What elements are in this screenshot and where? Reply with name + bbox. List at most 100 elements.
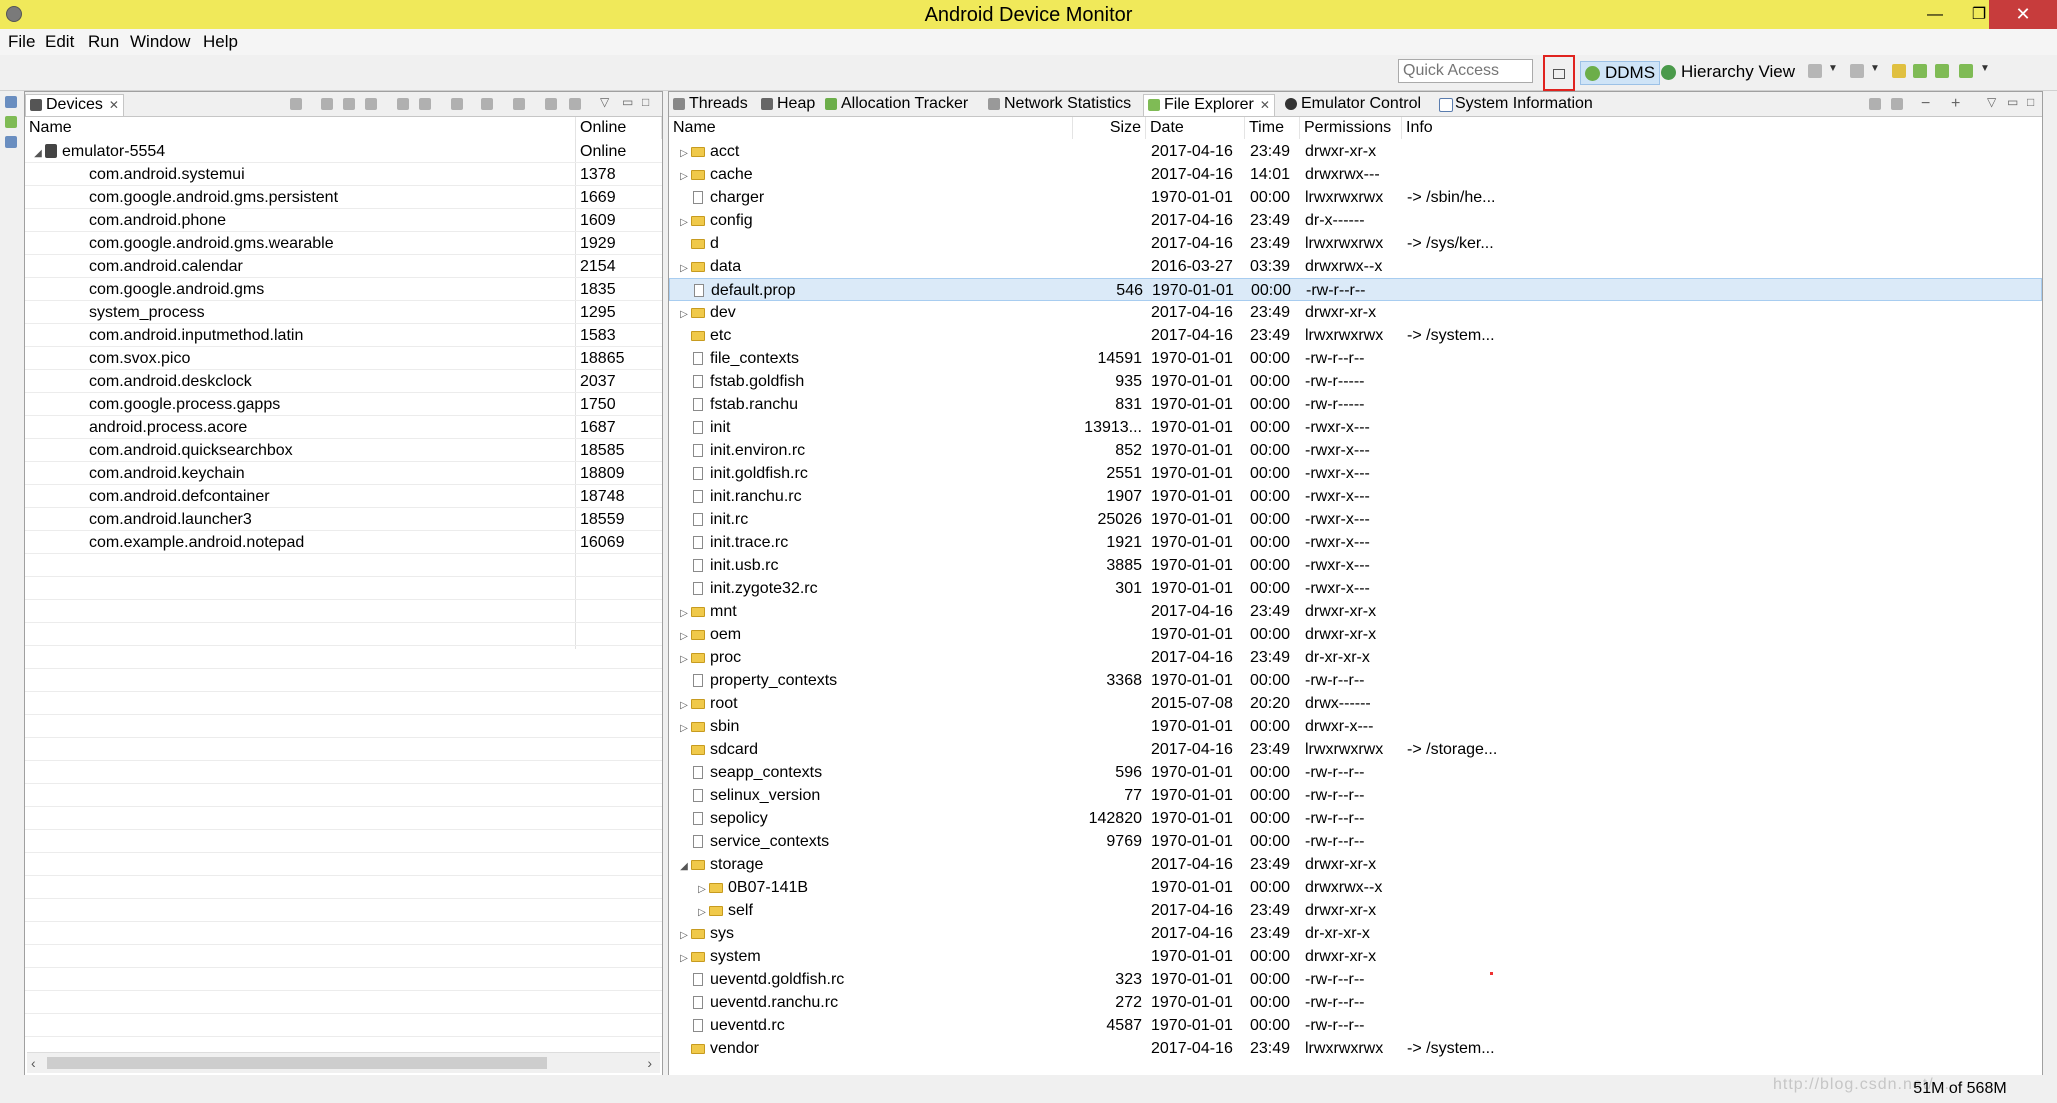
update-threads-icon[interactable] xyxy=(397,98,409,110)
column-name[interactable]: Name xyxy=(669,117,1073,139)
close-button[interactable]: ✕ xyxy=(1989,0,2057,29)
file-row[interactable]: init.zygote32.rc 301 1970-01-01 00:00 -rwxr-… xyxy=(669,577,2042,600)
android-icon[interactable] xyxy=(5,116,17,128)
pull-file-icon[interactable] xyxy=(1869,98,1881,110)
device-row[interactable]: ◢ emulator-5554 Online xyxy=(25,140,662,163)
expand-closed-icon[interactable]: ▷ xyxy=(677,694,691,717)
tab-heap[interactable]: Heap xyxy=(757,94,819,116)
process-row[interactable]: com.google.android.gms 1835 xyxy=(25,278,662,301)
process-row[interactable]: com.google.process.gapps 1750 xyxy=(25,393,662,416)
folder-row[interactable]: ▷ 0B07-141B 1970-01-01 00:00 drwxrwx--x xyxy=(669,876,2042,899)
process-row[interactable]: android.process.acore 1687 xyxy=(25,416,662,439)
process-row[interactable]: com.example.android.notepad 16069 xyxy=(25,531,662,554)
folder-row[interactable]: ▷ proc 2017-04-16 23:49 dr-xr-xr-x xyxy=(669,646,2042,669)
folder-row[interactable]: ▷ root 2015-07-08 20:20 drwx------ xyxy=(669,692,2042,715)
folder-row[interactable]: ▷ config 2017-04-16 23:49 dr-x------ xyxy=(669,209,2042,232)
menu-help[interactable]: Help xyxy=(203,32,238,52)
view-menu-icon[interactable]: ▽ xyxy=(600,95,612,109)
file-row[interactable]: init.environ.rc 852 1970-01-01 00:00 -rwxr-x… xyxy=(669,439,2042,462)
tab-threads[interactable]: Threads xyxy=(669,94,752,116)
menu-edit[interactable]: Edit xyxy=(45,32,74,52)
process-row[interactable]: com.android.phone 1609 xyxy=(25,209,662,232)
folder-row[interactable]: d 2017-04-16 23:49 lrwxrwxrwx -> /sys/ker... xyxy=(669,232,2042,255)
menu-run[interactable]: Run xyxy=(88,32,119,52)
minimize-view-icon[interactable]: ▭ xyxy=(2007,95,2019,109)
folder-row[interactable]: ▷ data 2016-03-27 03:39 drwxrwx--x xyxy=(669,255,2042,278)
cause-gc-icon[interactable] xyxy=(365,98,377,110)
perspective-ddms[interactable]: DDMS xyxy=(1580,61,1661,85)
tab-devices[interactable]: Devices ✕ xyxy=(25,94,124,116)
expand-closed-icon[interactable]: ▷ xyxy=(677,602,691,625)
file-row[interactable]: init 13913... 1970-01-01 00:00 -rwxr-x--- xyxy=(669,416,2042,439)
window-vertical-scrollbar[interactable] xyxy=(2043,92,2057,1072)
hierarchy-icon[interactable] xyxy=(569,98,581,110)
file-row[interactable]: fstab.goldfish 935 1970-01-01 00:00 -rw-r---… xyxy=(669,370,2042,393)
file-row[interactable]: service_contexts 9769 1970-01-01 00:00 -rw-r… xyxy=(669,830,2042,853)
expand-closed-icon[interactable]: ▷ xyxy=(677,625,691,648)
expand-closed-icon[interactable]: ▷ xyxy=(695,878,709,901)
minimize-button[interactable]: — xyxy=(1913,0,1957,29)
file-row[interactable]: init.goldfish.rc 2551 1970-01-01 00:00 -rwxr… xyxy=(669,462,2042,485)
method-profiling-icon[interactable] xyxy=(419,98,431,110)
toolbar-pixel-perfect-icon[interactable] xyxy=(1892,64,1906,78)
devices-horizontal-scrollbar[interactable]: ‹ › xyxy=(27,1052,660,1073)
folder-row[interactable]: ▷ oem 1970-01-01 00:00 drwxr-xr-x xyxy=(669,623,2042,646)
expand-closed-icon[interactable]: ▷ xyxy=(677,165,691,188)
file-row[interactable]: file_contexts 14591 1970-01-01 00:00 -rw-r--… xyxy=(669,347,2042,370)
file-row[interactable]: selinux_version 77 1970-01-01 00:00 -rw-r--r… xyxy=(669,784,2042,807)
folder-row[interactable]: ▷ cache 2017-04-16 14:01 drwxrwx--- xyxy=(669,163,2042,186)
toolbar-capture-icon[interactable] xyxy=(1808,64,1822,78)
process-row[interactable]: com.google.android.gms.wearable 1929 xyxy=(25,232,662,255)
process-row[interactable]: com.android.launcher3 18559 xyxy=(25,508,662,531)
update-heap-icon[interactable] xyxy=(321,98,333,110)
open-perspective-button[interactable] xyxy=(1543,55,1575,91)
process-row[interactable]: com.android.quicksearchbox 18585 xyxy=(25,439,662,462)
systrace-icon[interactable] xyxy=(513,98,525,110)
folder-row[interactable]: ▷ sbin 1970-01-01 00:00 drwxr-x--- xyxy=(669,715,2042,738)
process-row[interactable]: com.android.keychain 18809 xyxy=(25,462,662,485)
file-row[interactable]: property_contexts 3368 1970-01-01 00:00 -rw-… xyxy=(669,669,2042,692)
file-row[interactable]: init.trace.rc 1921 1970-01-01 00:00 -rwxr-x-… xyxy=(669,531,2042,554)
process-row[interactable]: com.android.systemui 1378 xyxy=(25,163,662,186)
view-menu-icon[interactable]: ▽ xyxy=(1987,95,1999,109)
file-row[interactable]: init.rc 25026 1970-01-01 00:00 -rwxr-x--- xyxy=(669,508,2042,531)
scroll-right-icon[interactable]: › xyxy=(647,1055,652,1071)
folder-row[interactable]: ▷ sys 2017-04-16 23:49 dr-xr-xr-x xyxy=(669,922,2042,945)
stop-process-icon[interactable] xyxy=(451,98,463,110)
column-date[interactable]: Date xyxy=(1146,117,1245,139)
menu-file[interactable]: File xyxy=(8,32,35,52)
process-row[interactable]: com.android.deskclock 2037 xyxy=(25,370,662,393)
toolbar-dump-icon[interactable] xyxy=(1850,64,1864,78)
folder-row[interactable]: etc 2017-04-16 23:49 lrwxrwxrwx -> /system..… xyxy=(669,324,2042,347)
expand-closed-icon[interactable]: ▷ xyxy=(677,211,691,234)
folder-row[interactable]: ◢ storage 2017-04-16 23:49 drwxr-xr-x xyxy=(669,853,2042,876)
scrollbar-thumb[interactable] xyxy=(47,1057,547,1069)
file-row[interactable]: init.usb.rc 3885 1970-01-01 00:00 -rwxr-x--- xyxy=(669,554,2042,577)
process-row[interactable]: com.android.defcontainer 18748 xyxy=(25,485,662,508)
file-row[interactable]: seapp_contexts 596 1970-01-01 00:00 -rw-r--r… xyxy=(669,761,2042,784)
file-row[interactable]: sepolicy 142820 1970-01-01 00:00 -rw-r--r-- xyxy=(669,807,2042,830)
expand-closed-icon[interactable]: ▷ xyxy=(677,648,691,671)
tab-file-explorer[interactable]: File Explorer ✕ xyxy=(1143,94,1275,116)
column-permissions[interactable]: Permissions xyxy=(1300,117,1402,139)
column-info[interactable]: Info xyxy=(1402,117,2042,139)
column-time[interactable]: Time xyxy=(1245,117,1300,139)
memory-indicator[interactable]: 51M of 568M xyxy=(1890,1080,2030,1100)
column-online[interactable]: Online xyxy=(576,117,662,139)
expand-open-icon[interactable]: ◢ xyxy=(677,855,691,878)
folder-row[interactable]: ▷ acct 2017-04-16 23:49 drwxr-xr-x xyxy=(669,140,2042,163)
expand-closed-icon[interactable]: ▷ xyxy=(677,924,691,947)
file-row[interactable]: ueventd.goldfish.rc 323 1970-01-01 00:00 -rw… xyxy=(669,968,2042,991)
dump-hprof-icon[interactable] xyxy=(343,98,355,110)
chevron-down-icon[interactable]: ▼ xyxy=(1870,63,1880,74)
new-folder-icon[interactable]: + xyxy=(1951,95,1963,112)
push-file-icon[interactable] xyxy=(1891,98,1903,110)
toolbar-device-icon[interactable] xyxy=(1935,64,1949,78)
column-name[interactable]: Name xyxy=(25,117,576,139)
folder-row[interactable]: sdcard 2017-04-16 23:49 lrwxrwxrwx -> /stora… xyxy=(669,738,2042,761)
close-icon[interactable]: ✕ xyxy=(1260,98,1270,112)
expand-closed-icon[interactable]: ▷ xyxy=(677,717,691,740)
file-row[interactable]: ueventd.ranchu.rc 272 1970-01-01 00:00 -rw-r… xyxy=(669,991,2042,1014)
folder-row[interactable]: ▷ mnt 2017-04-16 23:49 drwxr-xr-x xyxy=(669,600,2042,623)
close-icon[interactable]: ✕ xyxy=(109,98,119,112)
